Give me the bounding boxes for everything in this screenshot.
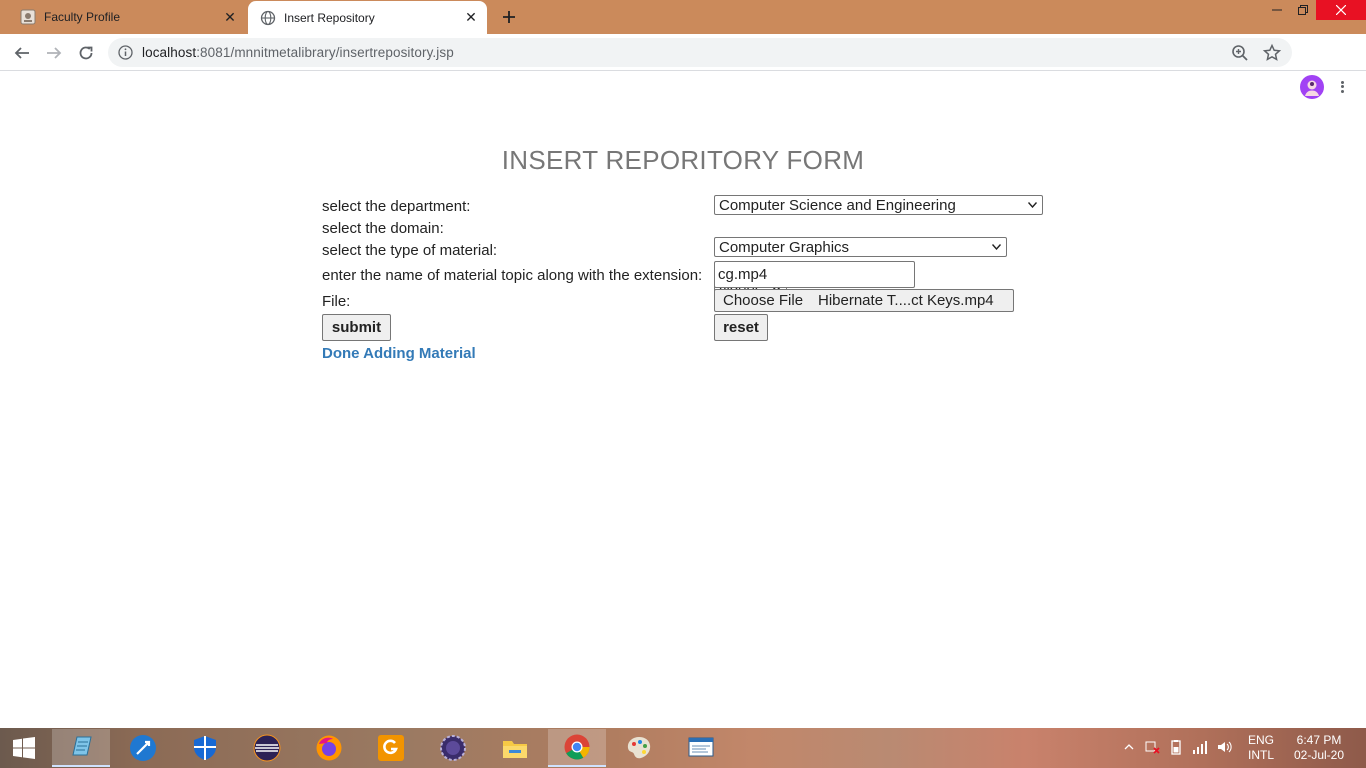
wifi-signal-icon[interactable] [1192,739,1208,758]
tab-label: Insert Repository [284,10,375,25]
department-select[interactable]: Computer Science and Engineering [714,195,1043,215]
taskbar-chrome[interactable] [548,729,606,767]
clock-date: 02-Jul-20 [1294,748,1345,762]
url-host: localhost [142,45,197,60]
zoom-icon[interactable] [1230,43,1250,63]
more-menu-icon[interactable] [1337,77,1347,97]
domain-selected-value: Computer Graphics [719,238,850,256]
url-path: :8081/mnnitmetalibrary/insertrepository.… [196,45,454,60]
browser-toolbar: localhost:8081/mnnitmetalibrary/insertre… [0,34,1366,99]
input-language-indicator[interactable]: ENG INTL [1248,728,1274,768]
address-bar[interactable]: localhost:8081/mnnitmetalibrary/insertre… [108,38,1292,67]
tab-strip: Faculty Profile ✕ Insert Repository ✕ [0,0,1366,34]
system-clock[interactable]: 6:47 PM 02-Jul-20 [1294,728,1344,768]
chrome-icon [564,734,590,760]
new-tab-icon[interactable] [498,6,520,28]
selected-file-name: Hibernate T....ct Keys.mp4 [818,292,994,309]
pdf-reader-icon [378,735,404,761]
faculty-favicon-icon [20,9,36,25]
department-label: select the department: [322,198,471,215]
taskbar-pdf-reader[interactable] [362,729,420,767]
taskbar-java-ee-ide[interactable] [424,729,482,767]
forward-arrow-icon[interactable] [41,40,67,66]
taskbar-monitor[interactable] [672,729,730,767]
chevron-up-icon[interactable] [1124,741,1134,755]
chevron-down-icon [1028,202,1037,208]
close-tab-icon[interactable]: ✕ [220,7,240,27]
paint-palette-icon [627,737,651,759]
insert-repository-form: select the department: Computer Science … [322,195,1043,362]
page-title: INSERT REPORITORY FORM [501,145,865,175]
chevron-down-icon [992,244,1001,250]
close-tab-icon[interactable]: ✕ [461,8,481,28]
file-label: File: [322,293,351,310]
monitor-window-icon [688,737,714,757]
taskbar-file-explorer[interactable] [486,729,544,767]
file-input[interactable]: Choose File Hibernate T....ct Keys.mp4 [714,289,1014,312]
taskbar-network-tool[interactable] [114,729,172,767]
taskbar-paint[interactable] [610,729,668,767]
domain-label: select the domain: [322,220,444,237]
submit-button[interactable]: submit [322,314,391,341]
taskbar-eclipse[interactable] [238,729,296,767]
firefox-icon [316,735,342,761]
department-selected-value: Computer Science and Engineering [719,196,956,214]
reset-button[interactable]: reset [714,314,768,341]
url-text: localhost:8081/mnnitmetalibrary/insertre… [142,45,454,60]
tab-label: Faculty Profile [44,10,121,24]
tab-insert-repository[interactable]: Insert Repository ✕ [248,1,487,34]
network-error-icon[interactable] [1144,739,1160,758]
system-tray [1124,728,1232,768]
done-adding-material-link[interactable]: Done Adding Material [322,345,476,362]
reload-icon[interactable] [73,40,99,66]
taskbar-firefox[interactable] [300,729,358,767]
keyboard-layout: INTL [1248,748,1275,762]
close-window-icon[interactable] [1316,0,1366,20]
shield-icon [194,736,216,760]
bookmark-star-icon[interactable] [1262,43,1282,63]
globe-icon [260,10,276,26]
taskbar-notepad[interactable] [52,729,110,767]
topic-input[interactable]: cg.mp4 [714,261,915,288]
folder-icon [503,741,527,758]
eclipse-icon [253,734,281,762]
domain-select[interactable]: Computer Graphics [714,237,1007,257]
profile-avatar-icon[interactable] [1300,75,1324,99]
battery-icon[interactable] [1168,739,1184,758]
clock-time: 6:47 PM [1296,733,1342,747]
start-button[interactable] [0,729,48,767]
notepad-icon [72,736,92,756]
material-type-label: select the type of material: [322,242,498,259]
java-ee-ide-icon [440,735,466,761]
speaker-icon[interactable] [1216,739,1232,758]
language-code: ENG [1248,733,1275,747]
taskbar-defender[interactable] [176,729,234,767]
back-arrow-icon[interactable] [9,40,35,66]
topic-label: enter the name of material topic along w… [322,267,703,284]
info-icon[interactable] [118,45,133,60]
network-tool-icon [130,735,156,761]
windows-start-icon [13,737,35,759]
tab-faculty-profile[interactable]: Faculty Profile ✕ [8,0,246,34]
